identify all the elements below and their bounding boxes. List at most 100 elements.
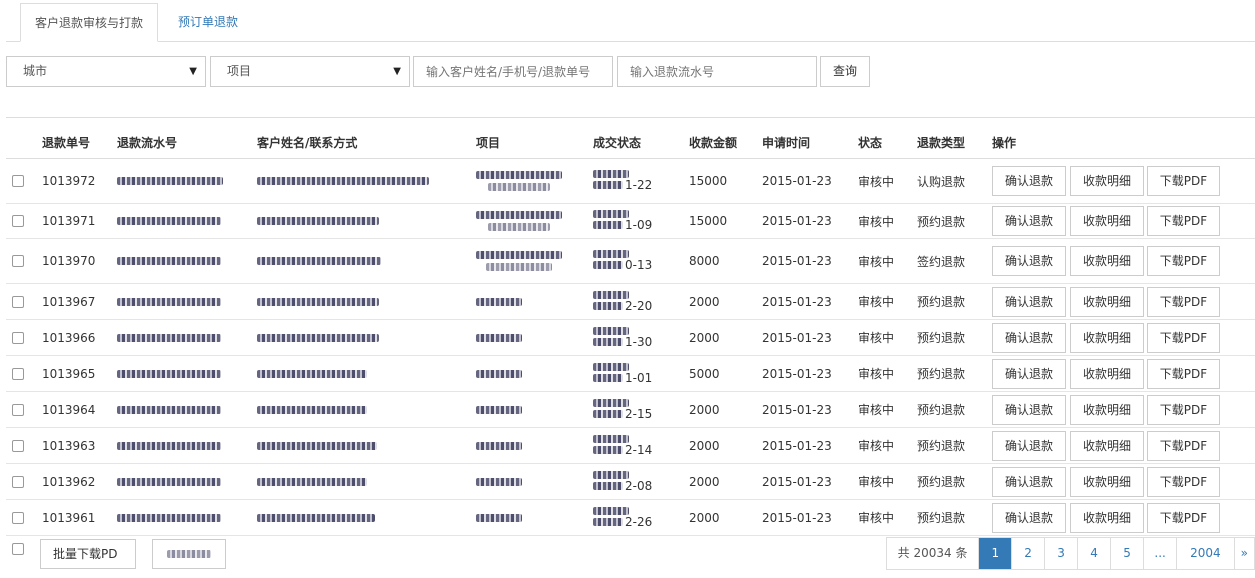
payment-detail-button[interactable]: 收款明细: [1070, 430, 1144, 461]
serial-search-input[interactable]: [617, 56, 817, 87]
table-footer: 批量下载PD 共 20034 条 1 2 3 4 5 ... 2004 »: [6, 537, 1255, 570]
deal-status: 2-08: [593, 464, 652, 499]
page-4[interactable]: 4: [1077, 538, 1110, 569]
page-2[interactable]: 2: [1011, 538, 1044, 569]
row-checkbox[interactable]: [12, 239, 24, 283]
deal-date-tail: 1-22: [625, 178, 653, 192]
table-row: 1013971 1-09 15000 2015-01-23 审核中 预约退款 确认退款 收款明…: [6, 204, 1255, 239]
customer-redacted: [257, 464, 367, 499]
next-page-icon[interactable]: »: [1233, 538, 1254, 569]
refund-type: 预约退款: [917, 511, 966, 525]
confirm-refund-button[interactable]: 确认退款: [992, 166, 1066, 196]
page-5[interactable]: 5: [1110, 538, 1143, 569]
download-pdf-button[interactable]: 下载PDF: [1147, 358, 1220, 389]
confirm-refund-button[interactable]: 确认退款: [992, 206, 1066, 236]
payment-detail-button[interactable]: 收款明细: [1070, 166, 1144, 196]
refund-id: 1013966: [42, 330, 96, 345]
payment-detail-button[interactable]: 收款明细: [1070, 502, 1144, 533]
refund-serial-redacted: [117, 239, 221, 283]
table-row: 1013967 2-20 2000 2015-01-23 审核中 预约退款 确认退款 收款明细…: [6, 284, 1255, 320]
download-pdf-button[interactable]: 下载PDF: [1147, 322, 1220, 353]
tab-refund-audit[interactable]: 客户退款审核与打款: [20, 3, 159, 42]
download-pdf-button[interactable]: 下载PDF: [1147, 166, 1220, 196]
confirm-refund-button[interactable]: 确认退款: [992, 466, 1066, 497]
amount: 2000: [689, 330, 720, 345]
applied-time: 2015-01-23: [762, 254, 832, 268]
table-header: 退款单号 退款流水号 客户姓名/联系方式 项目 成交状态 收款金额 申请时间 状…: [6, 118, 1255, 159]
payment-detail-button[interactable]: 收款明细: [1070, 286, 1144, 317]
confirm-refund-button[interactable]: 确认退款: [992, 246, 1066, 276]
table-row: 1013964 2-15 2000 2015-01-23 审核中 预约退款 确认退款 收款明细…: [6, 392, 1255, 428]
refund-type: 认购退款: [917, 174, 966, 189]
payment-detail-button[interactable]: 收款明细: [1070, 246, 1144, 276]
confirm-refund-button[interactable]: 确认退款: [992, 358, 1066, 389]
refund-id: 1013961: [42, 510, 96, 525]
row-checkbox[interactable]: [12, 320, 24, 355]
confirm-refund-button[interactable]: 确认退款: [992, 394, 1066, 425]
download-pdf-button[interactable]: 下载PDF: [1147, 502, 1220, 533]
payment-detail-button[interactable]: 收款明细: [1070, 394, 1144, 425]
checkbox-box: [12, 475, 24, 488]
page-1[interactable]: 1: [978, 538, 1012, 569]
row-checkbox[interactable]: [12, 500, 24, 535]
applied-time: 2015-01-23: [762, 330, 832, 345]
header-deal-status: 成交状态: [593, 136, 642, 150]
row-checkbox[interactable]: [12, 392, 24, 427]
refund-serial-redacted: [117, 428, 221, 463]
project-redacted: [476, 320, 522, 355]
download-pdf-button[interactable]: 下载PDF: [1147, 466, 1220, 497]
applied-time: 2015-01-23: [762, 174, 832, 188]
customer-search-input[interactable]: [413, 56, 613, 87]
batch-download-pdf-button[interactable]: 批量下载PD: [40, 539, 136, 569]
customer-redacted: [257, 204, 379, 238]
checkbox-box: [12, 367, 24, 380]
table-row: 1013963 2-14 2000 2015-01-23 审核中 预约退款 确认退款 收款明细…: [6, 428, 1255, 464]
checkbox-box: [12, 511, 24, 524]
refund-id: 1013962: [42, 474, 96, 489]
header-refund-type: 退款类型: [917, 136, 966, 150]
row-checkbox[interactable]: [12, 284, 24, 319]
customer-redacted: [257, 428, 377, 463]
deal-status: 2-26: [593, 500, 652, 535]
page-3[interactable]: 3: [1044, 538, 1077, 569]
confirm-refund-button[interactable]: 确认退款: [992, 322, 1066, 353]
payment-detail-button[interactable]: 收款明细: [1070, 466, 1144, 497]
payment-detail-button[interactable]: 收款明细: [1070, 206, 1144, 236]
confirm-refund-button[interactable]: 确认退款: [992, 286, 1066, 317]
status-text: 审核中: [858, 174, 895, 189]
confirm-refund-button[interactable]: 确认退款: [992, 430, 1066, 461]
page-last[interactable]: 2004: [1176, 538, 1234, 569]
download-pdf-button[interactable]: 下载PDF: [1147, 206, 1220, 236]
download-pdf-button[interactable]: 下载PDF: [1147, 286, 1220, 317]
row-checkbox[interactable]: [12, 428, 24, 463]
project-redacted: [476, 284, 522, 319]
row-checkbox[interactable]: [12, 464, 24, 499]
tab-preorder-refund[interactable]: 预订单退款: [164, 3, 252, 41]
deal-date-tail: 2-26: [625, 514, 653, 529]
row-checkbox[interactable]: [12, 356, 24, 391]
select-all-checkbox[interactable]: [12, 541, 24, 557]
row-checkbox[interactable]: [12, 159, 24, 203]
header-customer: 客户姓名/联系方式: [257, 136, 358, 150]
header-project: 项目: [476, 136, 501, 150]
payment-detail-button[interactable]: 收款明细: [1070, 358, 1144, 389]
download-pdf-button[interactable]: 下载PDF: [1147, 394, 1220, 425]
row-checkbox[interactable]: [12, 204, 24, 238]
refund-type: 签约退款: [917, 254, 966, 269]
table-row: 1013961 2-26 2000 2015-01-23 审核中 预约退款 确认退款 收款明细…: [6, 500, 1255, 536]
confirm-refund-button[interactable]: 确认退款: [992, 502, 1066, 533]
status-text: 审核中: [858, 331, 895, 345]
applied-time: 2015-01-23: [762, 402, 832, 417]
query-button[interactable]: 查询: [820, 56, 870, 87]
payment-detail-button[interactable]: 收款明细: [1070, 322, 1144, 353]
refund-type: 预约退款: [917, 295, 966, 309]
batch-action-button[interactable]: [152, 539, 226, 569]
status-text: 审核中: [858, 475, 895, 489]
city-select[interactable]: 城市 ▼: [6, 56, 206, 87]
table-row: 1013970 0-13 8000 2015-01-23 审核中 签约退款 确认退款 收款明细…: [6, 239, 1255, 284]
caret-down-icon: ▼: [393, 66, 401, 77]
customer-redacted: [257, 356, 367, 391]
project-select[interactable]: 项目 ▼: [210, 56, 410, 87]
download-pdf-button[interactable]: 下载PDF: [1147, 246, 1220, 276]
download-pdf-button[interactable]: 下载PDF: [1147, 430, 1220, 461]
